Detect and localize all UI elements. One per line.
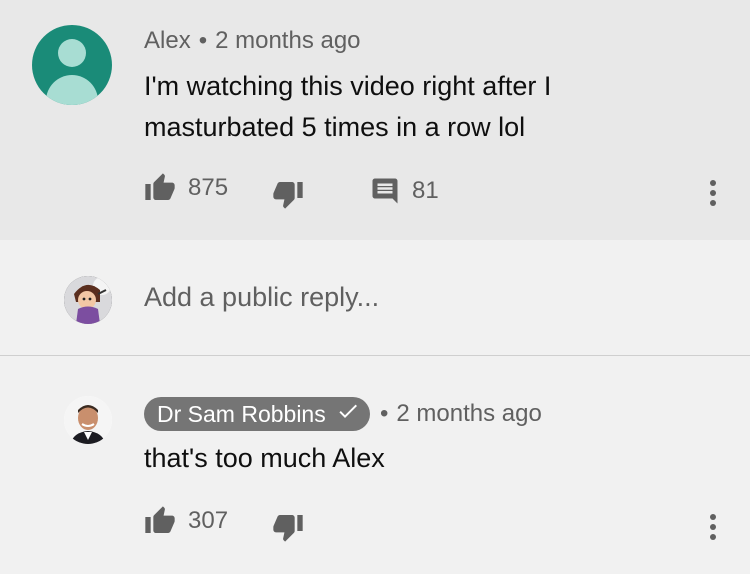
dislike-button[interactable] (272, 178, 304, 210)
author-chip[interactable]: Dr Sam Robbins (144, 397, 370, 431)
dislike-button[interactable] (272, 511, 304, 543)
like-count: 307 (188, 507, 229, 534)
like-button[interactable]: 307 (144, 505, 228, 537)
reply-input[interactable]: Add a public reply... (144, 282, 379, 313)
thumbs-up-icon (144, 505, 176, 537)
more-vert-icon[interactable] (709, 180, 717, 210)
like-button[interactable]: 875 (144, 172, 228, 204)
reply-time[interactable]: 2 months ago (396, 400, 541, 427)
verified-check-icon (336, 399, 360, 429)
comment-time[interactable]: 2 months ago (215, 27, 360, 54)
reply-count: 81 (412, 177, 439, 204)
reply-text: that's too much Alex (144, 443, 385, 473)
avatar[interactable] (64, 396, 112, 444)
author-name[interactable]: Alex (144, 27, 191, 54)
avatar[interactable] (64, 276, 112, 324)
reply-button[interactable]: 81 (370, 176, 439, 206)
like-count: 875 (188, 174, 229, 201)
reply-icon (370, 176, 400, 206)
avatar[interactable] (32, 25, 112, 105)
comment-meta: Alex • 2 months ago (144, 27, 361, 54)
reply-meta: • 2 months ago (380, 400, 542, 427)
thumbs-up-icon (144, 172, 176, 204)
highlighted-comment: Alex • 2 months ago I'm watching this vide… (0, 0, 750, 240)
more-vert-icon[interactable] (709, 514, 717, 544)
divider (0, 355, 750, 356)
reply-composer: Add a public reply... (0, 240, 750, 356)
author-name: Dr Sam Robbins (157, 400, 326, 427)
comment-text: I'm watching this video right after I ma… (144, 71, 552, 142)
thumbs-down-icon (272, 178, 304, 210)
person-icon (58, 39, 86, 67)
thumbs-down-icon (272, 511, 304, 543)
